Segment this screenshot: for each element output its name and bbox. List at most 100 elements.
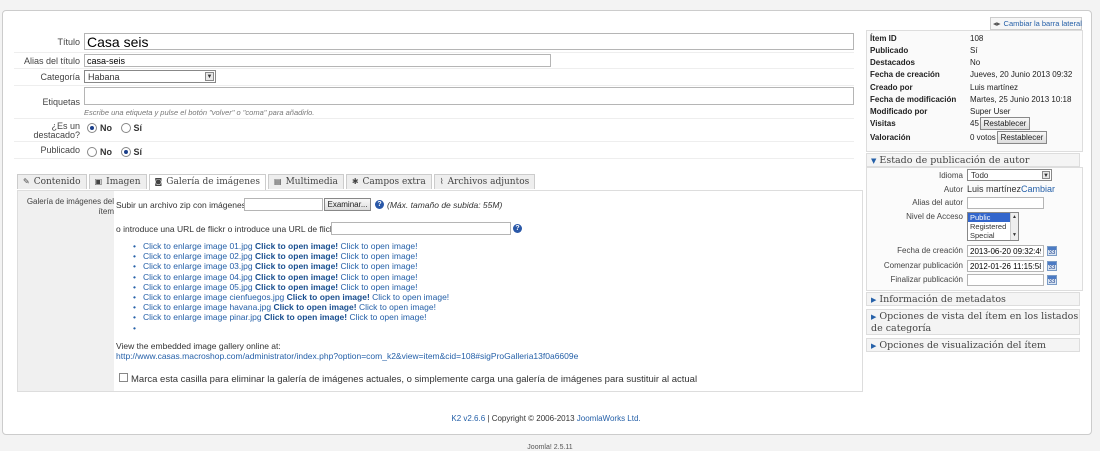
triangle-right-icon: ▶ <box>871 296 877 304</box>
gallery-side-label-line1: Galería de imágenes del <box>26 197 114 206</box>
metadata-panel-header[interactable]: ▶ Información de metadatos <box>866 292 1080 306</box>
toggle-sidebar-button[interactable]: ◂▸ Cambiar la barra lateral <box>990 17 1082 30</box>
tab-campos-extra[interactable]: ✱ Campos extra <box>345 174 432 189</box>
destacado-radio-group: No Sí <box>87 122 148 133</box>
open-image-link[interactable]: Click to open image! <box>255 282 338 292</box>
titulo-label: Título <box>57 37 80 47</box>
comenzar-input[interactable] <box>967 260 1044 272</box>
divider <box>14 118 854 119</box>
display-panel-header[interactable]: ▶ Opciones de visualización del ítem <box>866 338 1080 352</box>
replace-gallery-checkbox[interactable] <box>119 373 128 382</box>
open-image-link[interactable]: Click to open image! <box>264 312 347 322</box>
enlarge-image-link[interactable]: Click to enlarge image cienfuegos.jpg <box>143 292 284 302</box>
toggle-icon: ◂▸ <box>993 19 1001 28</box>
company-link[interactable]: JoomlaWorks Ltd. <box>577 414 641 423</box>
fecha-creacion-label: Fecha de creación <box>897 246 963 255</box>
calendar-icon[interactable]: 33 <box>1047 246 1057 256</box>
idioma-label: Idioma <box>938 171 963 180</box>
version-link[interactable]: K2 v2.6.6 <box>451 414 485 423</box>
tab-imagen[interactable]: ▣ Imagen <box>88 174 147 189</box>
autor-change-link[interactable]: Cambiar <box>1021 184 1055 194</box>
enlarge-image-link[interactable]: Click to enlarge image 03.jpg <box>143 261 253 271</box>
camera-icon: ◙ <box>154 177 163 186</box>
gallery-image-item <box>126 323 449 333</box>
destacado-si-radio[interactable] <box>120 122 131 133</box>
gallery-image-item: Click to enlarge image 04.jpg Click to o… <box>126 272 449 282</box>
enlarge-image-link[interactable]: Click to enlarge image pinar.jpg <box>143 312 262 322</box>
fecha-creacion-input[interactable] <box>967 245 1044 257</box>
embed-url-link[interactable]: http://www.casas.macroshop.com/administr… <box>116 351 578 361</box>
gallery-side-label: Galería de imágenes del ítem <box>20 197 114 217</box>
browse-button[interactable]: Examinar... <box>324 198 371 211</box>
tab-label: Imagen <box>106 177 141 187</box>
open-image-link[interactable]: Click to open image! <box>255 261 338 271</box>
enlarge-image-link[interactable]: Click to enlarge image 04.jpg <box>143 272 253 282</box>
info-key: Valoración <box>870 133 911 142</box>
open-image-link[interactable]: Click to open image! <box>359 302 436 312</box>
categoria-select[interactable]: Habana ▼ <box>84 70 216 83</box>
open-image-link[interactable]: Click to open image! <box>341 241 418 251</box>
info-key: Ítem ID <box>870 34 897 43</box>
enlarge-image-link[interactable]: Click to enlarge image 01.jpg <box>143 241 253 251</box>
publicado-label: Publicado <box>40 145 80 155</box>
tab-label: Campos extra <box>362 177 426 187</box>
etiquetas-input[interactable] <box>84 87 854 105</box>
tab-archivos-adjuntos[interactable]: ⌇ Archivos adjuntos <box>433 174 536 189</box>
tab-contenido[interactable]: ✎ Contenido <box>17 174 87 189</box>
toggle-sidebar-label: Cambiar la barra lateral <box>1003 19 1082 28</box>
calendar-icon[interactable]: 33 <box>1047 275 1057 285</box>
gallery-image-item: Click to enlarge image 05.jpg Click to o… <box>126 282 449 292</box>
publicado-si-radio[interactable] <box>120 146 131 157</box>
idioma-select[interactable]: Todo ▼ <box>967 169 1052 181</box>
enlarge-image-link[interactable]: Click to enlarge image 02.jpg <box>143 251 253 261</box>
finalizar-input[interactable] <box>967 274 1044 286</box>
paperclip-icon: ⌇ <box>439 177 444 186</box>
open-image-link[interactable]: Click to open image! <box>255 251 338 261</box>
reset-rating-button[interactable]: Restablecer <box>997 131 1047 144</box>
info-key: Destacados <box>870 58 915 67</box>
display-panel-title: Opciones de visualización del ítem <box>879 340 1046 351</box>
gallery-image-item: Click to enlarge image 03.jpg Click to o… <box>126 261 449 271</box>
alias-autor-input[interactable] <box>967 197 1044 209</box>
open-image-link[interactable]: Click to open image! <box>341 282 418 292</box>
open-image-link[interactable]: Click to open image! <box>341 261 418 271</box>
flickr-input[interactable] <box>331 222 511 235</box>
reset-hits-button[interactable]: Restablecer <box>980 117 1030 130</box>
open-image-link[interactable]: Click to open image! <box>255 272 338 282</box>
open-image-link[interactable]: Click to open image! <box>273 302 356 312</box>
enlarge-image-link[interactable]: Click to enlarge image 05.jpg <box>143 282 253 292</box>
open-image-link[interactable]: Click to open image! <box>255 241 338 251</box>
titulo-input[interactable] <box>84 33 854 50</box>
info-value: 0 votos <box>970 133 996 142</box>
info-value: Martes, 25 Junio 2013 10:18 <box>970 95 1072 104</box>
alias-input[interactable] <box>84 54 551 67</box>
autor-label: Autor <box>943 185 963 194</box>
tab-galeria[interactable]: ◙ Galería de imágenes <box>148 174 267 190</box>
pub-panel-header[interactable]: ▼ Estado de publicación de autor <box>866 153 1080 167</box>
pencil-icon: ✎ <box>23 177 30 186</box>
gallery-image-item: Click to enlarge image 01.jpg Click to o… <box>126 241 449 251</box>
tools-icon: ✱ <box>351 177 359 186</box>
list-view-panel-title: Opciones de vista del ítem en los listad… <box>871 311 1079 334</box>
upload-file-input[interactable] <box>244 198 323 211</box>
destacado-no-radio[interactable] <box>87 122 97 133</box>
calendar-icon[interactable]: 33 <box>1047 261 1057 271</box>
help-icon[interactable]: ? <box>375 200 384 209</box>
copyright-text: | Copyright © 2006-2013 <box>485 414 577 423</box>
categoria-label: Categoría <box>40 72 80 82</box>
help-icon[interactable]: ? <box>513 224 522 233</box>
open-image-link[interactable]: Click to open image! <box>341 272 418 282</box>
listbox-scrollbar[interactable]: ▲ ▼ <box>1010 213 1018 240</box>
embed-text: View the embedded image gallery online a… <box>116 341 281 351</box>
acceso-listbox[interactable]: Public Registered Special ▲ ▼ <box>967 212 1019 241</box>
divider <box>14 158 854 159</box>
open-image-link[interactable]: Click to open image! <box>341 251 418 261</box>
enlarge-image-link[interactable]: Click to enlarge image havana.jpg <box>143 302 271 312</box>
publicado-no-radio[interactable] <box>87 146 97 157</box>
tab-multimedia[interactable]: ▤ Multimedia <box>268 174 344 189</box>
flickr-label: o introduce una URL de flickr o introduc… <box>116 224 337 234</box>
open-image-link[interactable]: Click to open image! <box>372 292 449 302</box>
list-view-panel-header[interactable]: ▶ Opciones de vista del ítem en los lista… <box>866 309 1080 335</box>
open-image-link[interactable]: Click to open image! <box>349 312 426 322</box>
open-image-link[interactable]: Click to open image! <box>287 292 370 302</box>
